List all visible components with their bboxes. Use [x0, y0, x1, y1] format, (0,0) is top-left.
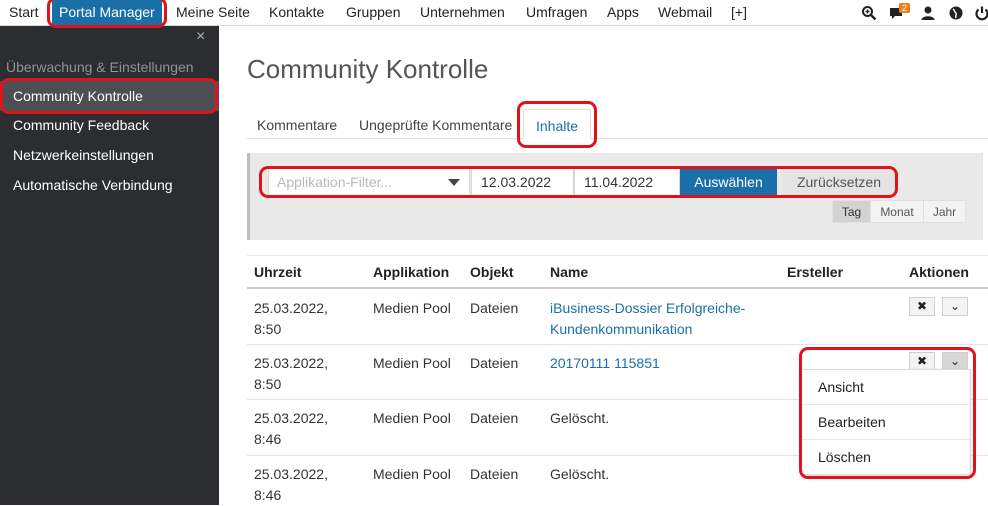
- name-line-2: Kundenkommunikation: [550, 321, 693, 337]
- date-from-field[interactable]: 12.03.2022: [471, 168, 574, 196]
- time-hour: 8:50: [254, 321, 282, 337]
- date-to-field[interactable]: 11.04.2022: [574, 168, 680, 196]
- object-cell: Dateien: [470, 410, 519, 426]
- column-header-applikation[interactable]: Applikation: [373, 264, 449, 280]
- application-filter-select[interactable]: Applikation-Filter...: [268, 168, 470, 196]
- granularity-month[interactable]: Monat: [870, 200, 924, 223]
- column-header-uhrzeit[interactable]: Uhrzeit: [254, 264, 301, 280]
- reset-button[interactable]: Zurücksetzen: [782, 169, 896, 195]
- sidebar-item-netzwerkeinstellungen[interactable]: Netzwerkeinstellungen: [0, 140, 219, 170]
- table-header: Uhrzeit Applikation Objekt Name Erstelle…: [247, 255, 988, 289]
- column-header-name[interactable]: Name: [550, 264, 588, 280]
- name-cell: Gelöscht.: [550, 410, 610, 426]
- globe-icon[interactable]: [948, 5, 964, 21]
- nav-apps[interactable]: Apps: [605, 0, 641, 26]
- time-hour: 8:46: [254, 431, 282, 447]
- object-cell: Dateien: [470, 466, 519, 482]
- column-header-objekt[interactable]: Objekt: [470, 264, 514, 280]
- nav-gruppen[interactable]: Gruppen: [344, 0, 402, 26]
- time-date: 25.03.2022,: [254, 466, 328, 482]
- power-icon[interactable]: [974, 5, 988, 21]
- application-filter-placeholder: Applikation-Filter...: [277, 174, 393, 190]
- application-cell: Medien Pool: [373, 466, 451, 482]
- menu-item-ansicht[interactable]: Ansicht: [802, 370, 970, 405]
- time-cell: 25.03.2022, 8:46: [254, 408, 328, 450]
- name-link[interactable]: iBusiness-Dossier Erfolgreiche- Kundenko…: [550, 298, 745, 340]
- application-cell: Medien Pool: [373, 410, 451, 426]
- time-date: 25.03.2022,: [254, 355, 328, 371]
- tab-bar: Kommentare Ungeprüfte Kommentare Inhalte: [247, 109, 988, 139]
- filter-bar: Applikation-Filter... 12.03.2022 11.04.2…: [247, 153, 983, 240]
- user-icon[interactable]: [920, 5, 936, 21]
- column-header-aktionen: Aktionen: [909, 264, 969, 280]
- time-cell: 25.03.2022, 8:46: [254, 464, 328, 506]
- nav-portal-manager[interactable]: Portal Manager: [52, 0, 162, 26]
- time-hour: 8:50: [254, 376, 282, 392]
- column-header-ersteller[interactable]: Ersteller: [787, 264, 843, 280]
- time-cell: 25.03.2022, 8:50: [254, 298, 328, 340]
- time-date: 25.03.2022,: [254, 300, 328, 316]
- nav-start[interactable]: Start: [7, 0, 41, 26]
- time-date: 25.03.2022,: [254, 410, 328, 426]
- top-navigation-bar: Start Portal Manager Meine Seite Kontakt…: [0, 0, 988, 26]
- delete-button[interactable]: ✖: [909, 297, 935, 316]
- table-row: 25.03.2022, 8:50 Medien Pool Dateien iBu…: [247, 290, 988, 345]
- page-title: Community Kontrolle: [247, 54, 489, 84]
- chat-badge: 2: [899, 3, 911, 13]
- object-cell: Dateien: [470, 300, 519, 316]
- sidebar-item-automatische-verbindung[interactable]: Automatische Verbindung: [0, 170, 219, 200]
- sidebar: × Überwachung & Einstellungen Community …: [0, 26, 219, 505]
- sidebar-item-community-kontrolle[interactable]: Community Kontrolle: [0, 81, 219, 111]
- tab-ungepruefte-kommentare[interactable]: Ungeprüfte Kommentare: [359, 109, 512, 139]
- expand-actions-button[interactable]: ⌄: [942, 297, 968, 316]
- granularity-day[interactable]: Tag: [832, 200, 871, 223]
- menu-item-bearbeiten[interactable]: Bearbeiten: [802, 405, 970, 440]
- name-cell: Gelöscht.: [550, 466, 610, 482]
- nav-unternehmen[interactable]: Unternehmen: [418, 0, 507, 26]
- application-cell: Medien Pool: [373, 355, 451, 371]
- application-cell: Medien Pool: [373, 300, 451, 316]
- nav-umfragen[interactable]: Umfragen: [524, 0, 589, 26]
- time-cell: 25.03.2022, 8:50: [254, 353, 328, 395]
- actions-dropdown-menu: Ansicht Bearbeiten Löschen: [801, 369, 971, 475]
- time-hour: 8:46: [254, 487, 282, 503]
- zoom-icon[interactable]: [861, 5, 877, 21]
- close-icon[interactable]: ×: [196, 29, 205, 45]
- name-link[interactable]: 20170111 115851: [550, 353, 660, 374]
- name-line-1: iBusiness-Dossier Erfolgreiche-: [550, 300, 746, 316]
- chevron-down-icon: [448, 179, 460, 186]
- nav-kontakte[interactable]: Kontakte: [267, 0, 326, 26]
- tab-kommentare[interactable]: Kommentare: [257, 109, 337, 139]
- object-cell: Dateien: [470, 355, 519, 371]
- tab-inhalte[interactable]: Inhalte: [523, 109, 592, 139]
- sidebar-item-community-feedback[interactable]: Community Feedback: [0, 110, 219, 140]
- nav-webmail[interactable]: Webmail: [656, 0, 714, 26]
- menu-item-loeschen[interactable]: Löschen: [802, 440, 970, 475]
- sidebar-section-title: Überwachung & Einstellungen: [6, 59, 194, 75]
- select-button[interactable]: Auswählen: [680, 169, 777, 195]
- granularity-year[interactable]: Jahr: [923, 200, 966, 223]
- nav-meine-seite[interactable]: Meine Seite: [174, 0, 252, 26]
- nav-add[interactable]: [+]: [729, 0, 749, 26]
